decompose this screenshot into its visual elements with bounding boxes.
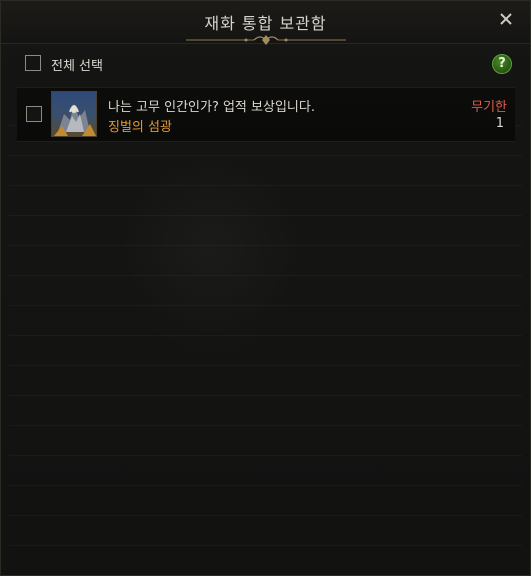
help-button[interactable]: ?	[492, 54, 512, 74]
title-ornament-icon	[186, 35, 346, 45]
list-item[interactable]: 나는 고무 인간인가? 업적 보상입니다. 징벌의 섬광 무기한 1	[17, 87, 515, 142]
item-subtitle: 징벌의 섬광	[108, 120, 172, 135]
item-expiry: 무기한	[471, 100, 507, 115]
close-button[interactable]	[496, 9, 516, 29]
select-all-label: 전체 선택	[51, 59, 103, 74]
item-name: 나는 고무 인간인가? 업적 보상입니다.	[108, 100, 315, 115]
select-all-checkbox[interactable]	[25, 55, 41, 71]
reward-thumbnail-icon	[51, 91, 97, 137]
background-rows	[9, 96, 522, 567]
title-bar: 재화 통합 보관함	[1, 1, 530, 45]
item-quantity: 1	[495, 116, 504, 131]
window-title: 재화 통합 보관함	[204, 14, 327, 33]
close-icon	[500, 13, 512, 25]
storage-window: 재화 통합 보관함 전체 선택 ? 나는 고무 인간인가? 업적 보상입니다. …	[0, 0, 531, 576]
background-watermark	[111, 151, 311, 351]
item-checkbox[interactable]	[26, 106, 42, 122]
